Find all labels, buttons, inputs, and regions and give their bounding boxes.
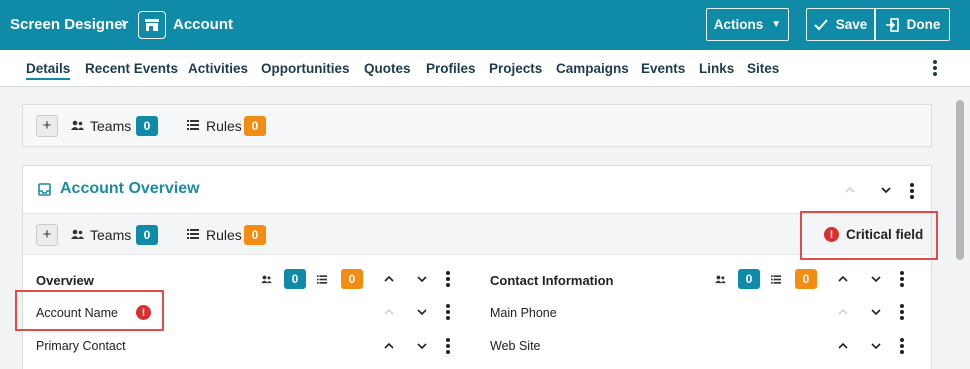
more-vertical-icon[interactable]: [909, 182, 915, 200]
section-title: Account Overview: [60, 180, 200, 197]
chevron-right-icon: ›: [121, 14, 126, 31]
list-icon: [187, 229, 199, 239]
app-header: Screen Designer › Account Actions ▼ Save…: [0, 0, 970, 50]
chevron-down-icon[interactable]: [871, 343, 881, 350]
actions-button[interactable]: Actions ▼: [706, 8, 789, 41]
chevron-up-icon[interactable]: [838, 275, 848, 282]
chevron-up-icon[interactable]: [384, 308, 394, 315]
users-icon: [71, 229, 84, 239]
inbox-icon: [38, 183, 51, 196]
chevron-up-icon[interactable]: [845, 186, 855, 193]
breadcrumb-screen-designer[interactable]: Screen Designer: [10, 16, 128, 33]
more-vertical-icon[interactable]: [899, 337, 905, 355]
more-vertical-icon[interactable]: [929, 59, 941, 77]
add-button[interactable]: +: [36, 224, 58, 246]
tab-activities[interactable]: Activities: [188, 61, 248, 76]
tab-opportunities[interactable]: Opportunities: [261, 61, 350, 76]
tab-details[interactable]: Details: [26, 61, 71, 80]
more-vertical-icon[interactable]: [445, 337, 451, 355]
rules-count-badge[interactable]: 0: [244, 116, 266, 136]
overview-teams-rules-bar: + Teams 0 Rules 0 ! Critical field: [23, 214, 931, 255]
tab-quotes[interactable]: Quotes: [364, 61, 411, 76]
tab-campaigns[interactable]: Campaigns: [556, 61, 629, 76]
chevron-up-icon[interactable]: [384, 342, 394, 349]
overview-header: Account Overview: [23, 166, 931, 214]
account-name-highlight: [15, 290, 164, 331]
teams-count-badge[interactable]: 0: [136, 116, 158, 136]
tab-sites[interactable]: Sites: [747, 61, 779, 76]
chevron-up-icon[interactable]: [384, 275, 394, 282]
check-icon: [814, 18, 828, 30]
teams-count-badge[interactable]: 0: [136, 225, 158, 245]
users-icon: [71, 120, 84, 130]
field-web-site[interactable]: Web Site: [490, 339, 541, 353]
done-label: Done: [906, 17, 941, 32]
more-vertical-icon[interactable]: [899, 303, 905, 321]
tab-profiles[interactable]: Profiles: [426, 61, 476, 76]
teams-label: Teams: [90, 118, 132, 134]
tab-bar: Details Recent Events Activities Opportu…: [0, 50, 970, 87]
save-button[interactable]: Save: [806, 8, 875, 41]
actions-label: Actions: [713, 17, 764, 32]
critical-field-highlight: [800, 211, 938, 260]
tab-links[interactable]: Links: [699, 61, 734, 76]
rules-label: Rules: [206, 118, 242, 134]
contact-info-subsection-title: Contact Information: [490, 273, 614, 288]
chevron-up-icon[interactable]: [838, 342, 848, 349]
tab-recent-events[interactable]: Recent Events: [85, 61, 178, 76]
list-icon: [317, 275, 327, 284]
page-title: Account: [173, 16, 233, 33]
overview-subsection-title: Overview: [36, 273, 94, 288]
chevron-down-icon[interactable]: [417, 276, 427, 283]
overview-rules-badge[interactable]: 0: [341, 269, 363, 289]
field-primary-contact[interactable]: Primary Contact: [36, 339, 126, 353]
more-vertical-icon[interactable]: [899, 270, 905, 288]
field-main-phone[interactable]: Main Phone: [490, 306, 557, 320]
store-icon: [138, 11, 166, 39]
rules-label: Rules: [206, 227, 242, 243]
account-overview-panel: Account Overview + Teams 0 Rules 0 ! Cri…: [22, 165, 932, 369]
page-teams-rules-panel: + Teams 0 Rules 0: [22, 104, 932, 147]
list-icon: [771, 275, 781, 284]
chevron-down-icon[interactable]: [417, 309, 427, 316]
caret-down-icon: ▼: [771, 19, 782, 30]
chevron-down-icon[interactable]: [871, 276, 881, 283]
users-icon: [715, 275, 726, 284]
contact-teams-badge[interactable]: 0: [738, 269, 760, 289]
more-vertical-icon[interactable]: [445, 303, 451, 321]
list-icon: [187, 120, 199, 130]
done-button[interactable]: Done: [875, 8, 950, 41]
more-vertical-icon[interactable]: [445, 270, 451, 288]
chevron-up-icon[interactable]: [838, 308, 848, 315]
chevron-down-icon[interactable]: [881, 187, 891, 194]
scrollbar-thumb[interactable]: [956, 100, 964, 260]
exit-icon: [885, 17, 899, 32]
overview-teams-badge[interactable]: 0: [284, 269, 306, 289]
tab-projects[interactable]: Projects: [489, 61, 542, 76]
save-label: Save: [835, 17, 868, 32]
teams-label: Teams: [90, 227, 132, 243]
users-icon: [261, 275, 272, 284]
chevron-down-icon[interactable]: [871, 309, 881, 316]
tab-events[interactable]: Events: [641, 61, 685, 76]
chevron-down-icon[interactable]: [417, 343, 427, 350]
add-button[interactable]: +: [36, 115, 58, 137]
contact-rules-badge[interactable]: 0: [795, 269, 817, 289]
rules-count-badge[interactable]: 0: [244, 225, 266, 245]
